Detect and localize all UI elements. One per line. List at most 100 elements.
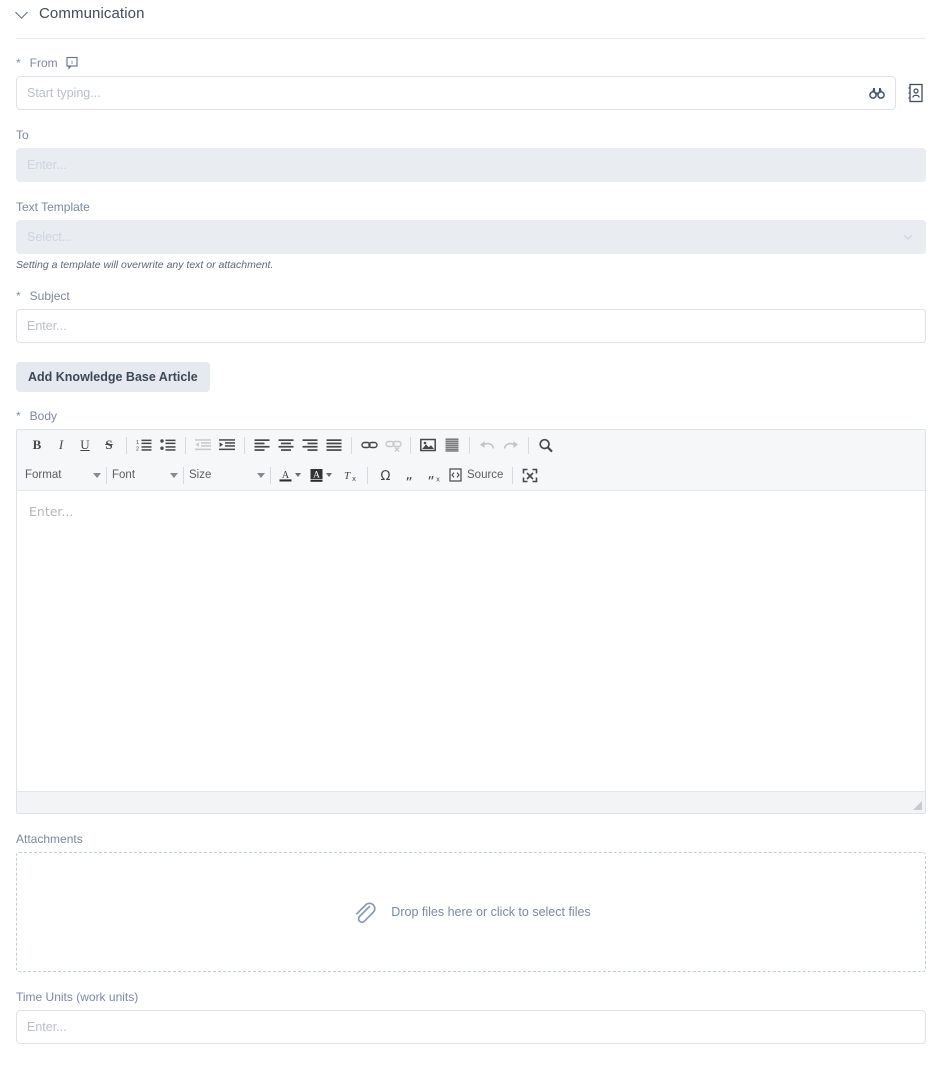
- body-field-group: * Body: [0, 408, 942, 423]
- svg-text:A: A: [313, 470, 320, 480]
- text-template-label-text: Text Template: [16, 199, 90, 214]
- required-marker: *: [16, 288, 21, 303]
- svg-text:T: T: [343, 470, 350, 482]
- rich-text-editor: B I U S 1 2 Format Font Size A A T x Ω „…: [16, 429, 926, 814]
- binoculars-icon[interactable]: [869, 86, 885, 100]
- toolbar-separator: [106, 466, 107, 484]
- svg-text:„: „: [427, 468, 434, 482]
- format-dropdown-label: Format: [25, 469, 62, 481]
- chevron-down-icon: [93, 472, 101, 478]
- communication-form-page: Communication * From i Start typing... T…: [0, 0, 942, 1089]
- italic-icon[interactable]: I: [49, 434, 73, 456]
- to-input[interactable]: Enter...: [16, 148, 926, 182]
- toolbar-separator: [351, 436, 352, 454]
- text-template-hint: Setting a template will overwrite any te…: [16, 259, 274, 271]
- subject-input-placeholder: Enter...: [27, 319, 67, 333]
- redo-icon: [499, 434, 523, 456]
- required-marker: *: [16, 55, 21, 70]
- time-units-placeholder: Enter...: [27, 1020, 67, 1034]
- time-units-input[interactable]: Enter...: [16, 1010, 926, 1044]
- from-input-row: Start typing...: [0, 76, 942, 110]
- to-input-placeholder: Enter...: [27, 158, 67, 172]
- toolbar-separator: [270, 466, 271, 484]
- align-left-icon[interactable]: [250, 434, 274, 456]
- subject-input[interactable]: Enter...: [16, 309, 926, 343]
- add-quote-icon[interactable]: „ ”: [397, 464, 421, 486]
- dropzone-text: Drop files here or click to select files: [391, 905, 591, 919]
- svg-text:Ω: Ω: [380, 469, 390, 483]
- info-tooltip-icon[interactable]: i: [65, 56, 79, 70]
- svg-text:A: A: [281, 470, 289, 481]
- editor-toolbar: B I U S 1 2 Format Font Size A A T x Ω „…: [17, 430, 925, 491]
- toolbar-separator: [126, 436, 127, 454]
- text-template-placeholder: Select...: [27, 230, 73, 244]
- from-input[interactable]: Start typing...: [16, 76, 896, 110]
- chevron-down-icon[interactable]: [295, 473, 301, 477]
- toolbar-separator: [410, 436, 411, 454]
- remove-quote-icon[interactable]: „ x: [421, 464, 445, 486]
- align-center-icon[interactable]: [274, 434, 298, 456]
- undo-icon: [475, 434, 499, 456]
- add-knowledge-base-article-button[interactable]: Add Knowledge Base Article: [16, 362, 210, 392]
- chevron-down-icon[interactable]: [901, 230, 915, 244]
- attachments-label: Attachments: [16, 831, 926, 846]
- subject-label: * Subject: [16, 288, 926, 303]
- source-button-label: Source: [467, 469, 504, 481]
- size-dropdown[interactable]: Size: [189, 464, 265, 486]
- subject-field-group: * Subject Enter...: [0, 288, 942, 343]
- bulleted-list-icon[interactable]: [156, 434, 180, 456]
- horizontal-rule-icon[interactable]: [440, 434, 464, 456]
- editor-resize-handle[interactable]: [913, 801, 922, 810]
- to-label: To: [16, 127, 926, 142]
- chevron-down-icon[interactable]: [326, 473, 332, 477]
- size-dropdown-label: Size: [189, 469, 212, 481]
- subject-label-text: Subject: [29, 288, 70, 303]
- text-template-field-group: Text Template Select...: [0, 199, 942, 254]
- align-right-icon[interactable]: [298, 434, 322, 456]
- source-code-icon: [449, 468, 462, 482]
- toolbar-separator: [367, 466, 368, 484]
- source-button[interactable]: Source: [445, 464, 507, 486]
- header-divider: [16, 38, 926, 39]
- format-dropdown[interactable]: Format: [25, 464, 101, 486]
- chevron-down-icon: [257, 472, 265, 478]
- editor-toolbar-row-2: Format Font Size A A T x Ω „ ” „ x Sourc…: [21, 462, 921, 488]
- paperclip-icon: [351, 899, 377, 925]
- strikethrough-icon[interactable]: S: [97, 434, 121, 456]
- to-label-text: To: [16, 127, 29, 142]
- text-template-select[interactable]: Select...: [16, 220, 926, 254]
- from-label-text: From: [29, 55, 58, 70]
- remove-format-icon[interactable]: T x: [338, 464, 362, 486]
- page-title: Communication: [39, 4, 145, 22]
- decrease-indent-icon: [191, 434, 215, 456]
- from-field-group: * From i Start typing...: [0, 55, 942, 110]
- from-label: * From i: [0, 55, 942, 70]
- text-color-icon[interactable]: A: [276, 464, 294, 486]
- from-input-placeholder: Start typing...: [27, 86, 101, 100]
- numbered-list-icon[interactable]: 1 2: [132, 434, 156, 456]
- address-book-icon[interactable]: [906, 82, 926, 104]
- editor-content-area[interactable]: Enter...: [17, 491, 925, 791]
- maximize-icon[interactable]: [518, 464, 542, 486]
- increase-indent-icon[interactable]: [215, 434, 239, 456]
- find-icon[interactable]: [534, 434, 558, 456]
- svg-text:x: x: [436, 476, 440, 483]
- attachments-dropzone[interactable]: Drop files here or click to select files: [16, 852, 926, 972]
- bold-icon[interactable]: B: [25, 434, 49, 456]
- communication-section-header[interactable]: Communication: [0, 0, 942, 26]
- link-icon[interactable]: [357, 434, 381, 456]
- svg-text:x: x: [352, 474, 356, 483]
- chevron-down-icon[interactable]: [16, 6, 30, 20]
- image-icon[interactable]: [416, 434, 440, 456]
- justify-icon[interactable]: [322, 434, 346, 456]
- font-dropdown[interactable]: Font: [112, 464, 178, 486]
- chevron-down-icon: [170, 472, 178, 478]
- special-character-icon[interactable]: Ω: [373, 464, 397, 486]
- editor-placeholder: Enter...: [29, 504, 74, 519]
- background-color-icon[interactable]: A: [307, 464, 325, 486]
- body-label: * Body: [16, 408, 926, 423]
- toolbar-separator: [183, 466, 184, 484]
- svg-text:”: ”: [405, 468, 412, 478]
- underline-icon[interactable]: U: [73, 434, 97, 456]
- time-units-label-text: Time Units (work units): [16, 989, 139, 1004]
